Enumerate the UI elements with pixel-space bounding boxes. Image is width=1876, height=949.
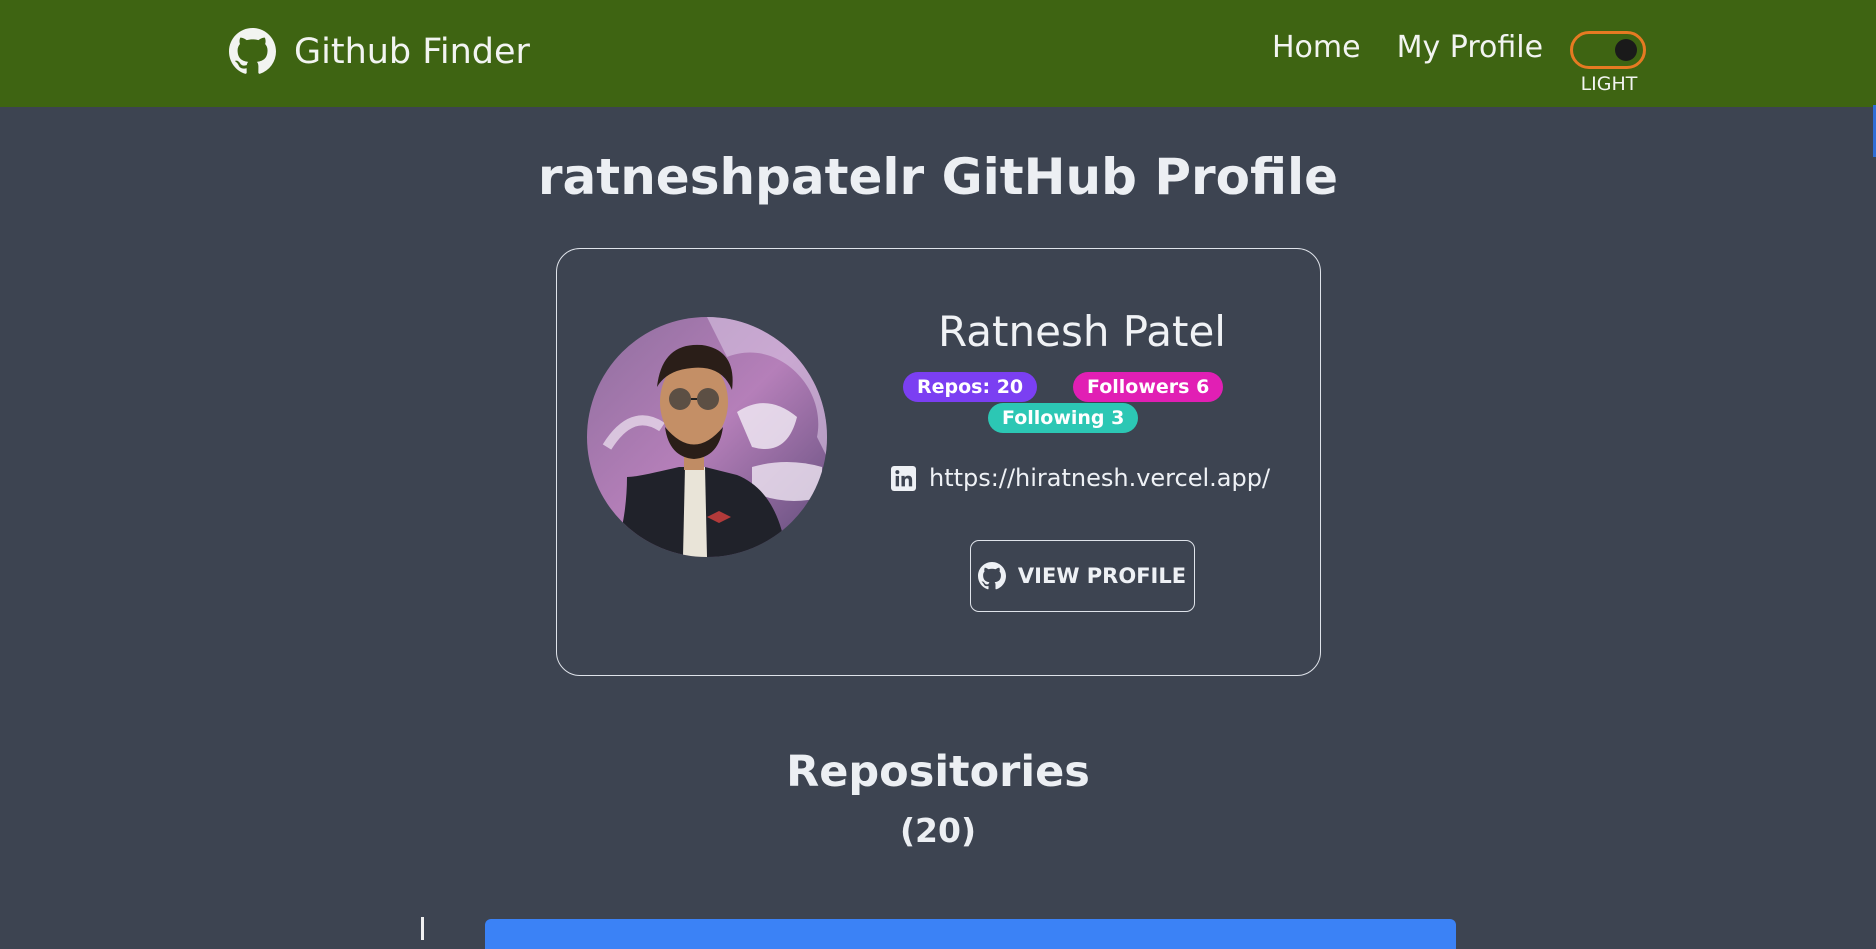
brand-link[interactable]: Github Finder [229,28,530,75]
page-title: ratneshpatelr GitHub Profile [537,148,1339,206]
repositories-count: (20) [899,811,977,850]
repositories-title: Repositories [786,747,1090,797]
nav-link-my-profile[interactable]: My Profile [1397,30,1543,65]
text-caret [421,917,424,940]
github-icon [977,562,1006,590]
avatar [587,317,827,557]
theme-toggle[interactable] [1570,31,1646,69]
nav-links: Home My Profile [1272,30,1543,65]
navbar: Github Finder Home My Profile LIGHT [0,0,1876,107]
profile-name: Ratnesh Patel [938,307,1226,356]
github-icon [229,28,276,74]
brand-title: Github Finder [294,31,530,72]
toggle-knob [1615,39,1637,61]
view-profile-button[interactable]: VIEW PROFILE [969,540,1195,612]
linkedin-icon [891,465,916,491]
nav-link-home[interactable]: Home [1272,30,1361,65]
profile-info: Ratnesh Patel Repos: 20 Followers 6 Foll… [857,249,1307,675]
theme-switch: LIGHT [1570,31,1648,95]
website-link[interactable]: https://hiratnesh.vercel.app/ [929,464,1270,492]
repository-card[interactable] [485,919,1456,949]
repos-badge: Repos: 20 [903,372,1038,402]
website-link-row: https://hiratnesh.vercel.app/ [891,464,1307,492]
theme-toggle-label: LIGHT [1580,73,1638,95]
view-profile-label: VIEW PROFILE [1017,564,1187,588]
profile-badges: Repos: 20 Followers 6 Following 3 [857,372,1307,436]
profile-card: Ratnesh Patel Repos: 20 Followers 6 Foll… [556,248,1321,676]
followers-badge: Followers 6 [1073,372,1224,402]
following-badge: Following 3 [988,403,1139,433]
